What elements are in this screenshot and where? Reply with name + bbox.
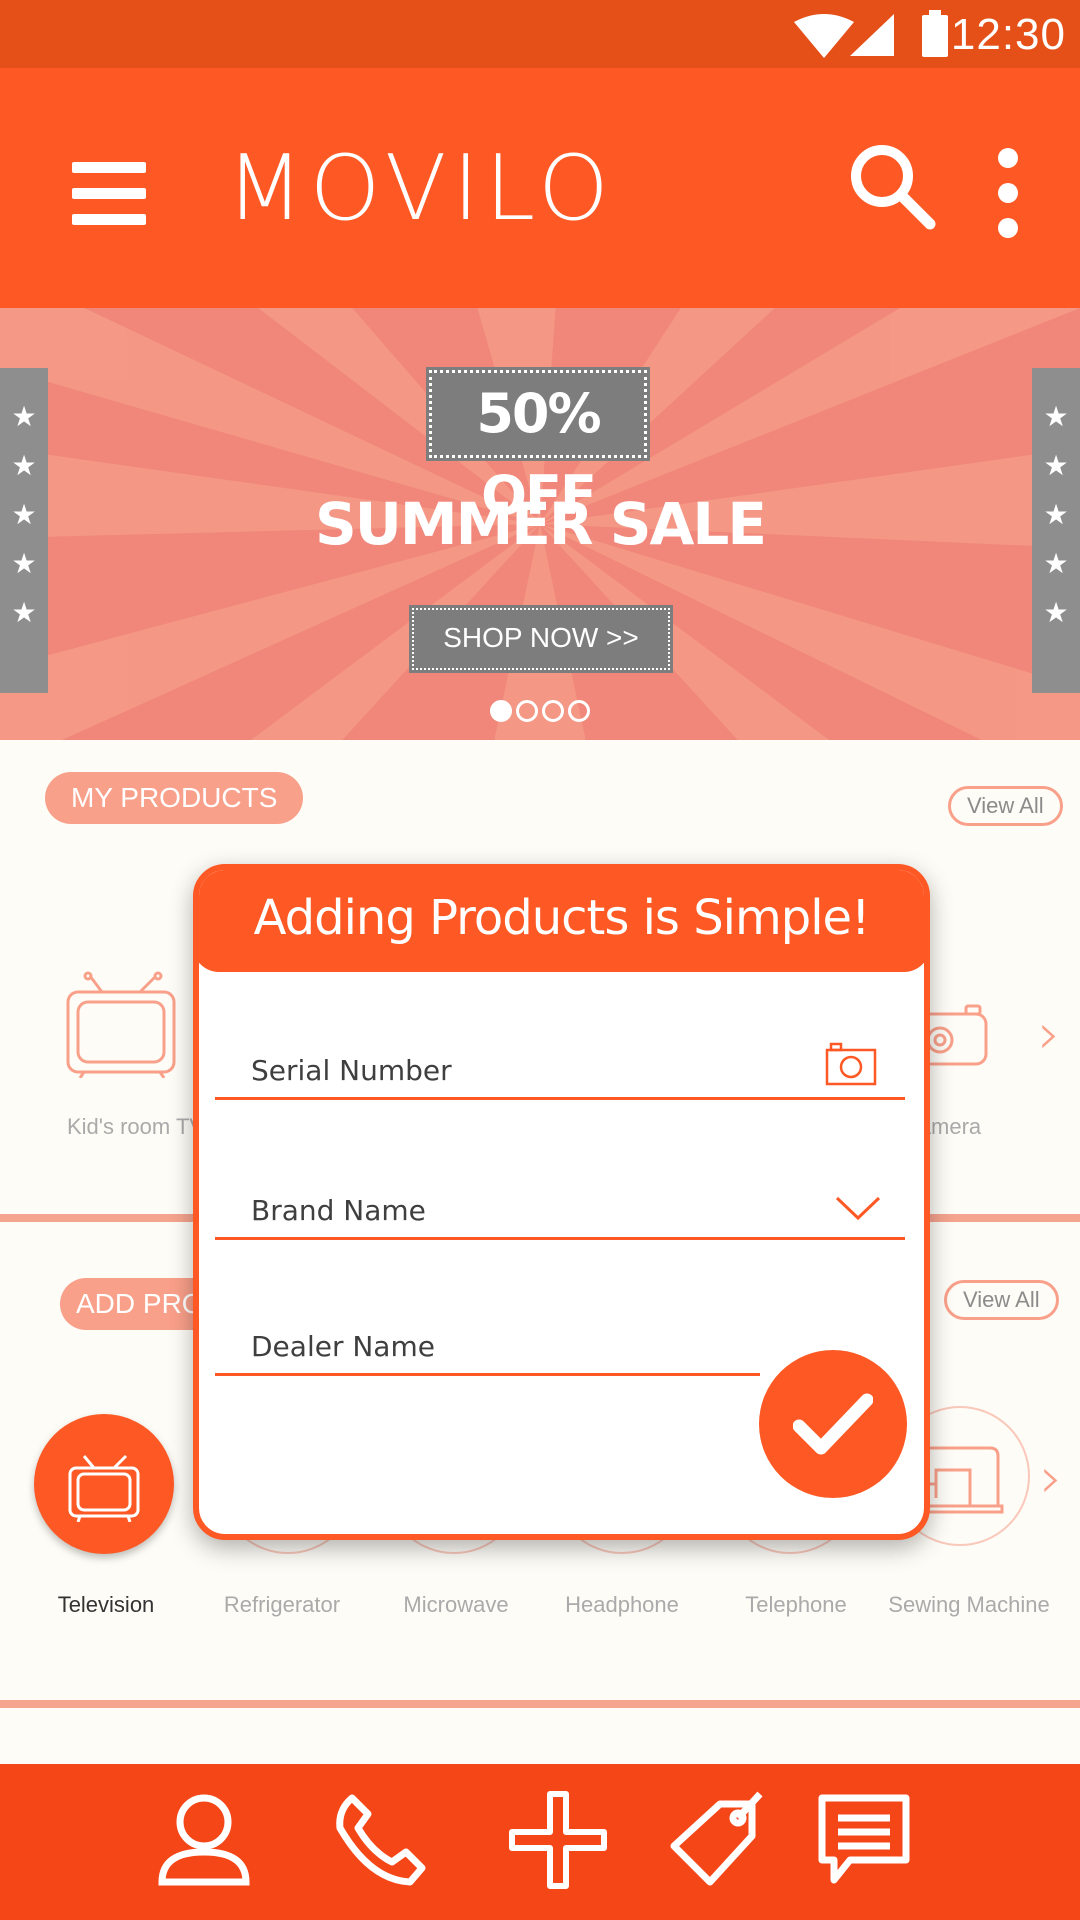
bottom-navigation — [0, 1764, 1080, 1920]
battery-icon — [922, 10, 948, 57]
tag-icon[interactable] — [664, 1790, 764, 1890]
app-bar: MOVILO — [0, 68, 1080, 308]
overflow-menu-icon[interactable] — [990, 148, 1026, 244]
product-label: Kid's room TV — [67, 1114, 205, 1139]
category-label: Sewing Machine — [888, 1592, 1050, 1617]
profile-icon[interactable] — [154, 1790, 254, 1890]
chat-icon[interactable] — [814, 1790, 914, 1890]
signal-icon — [850, 14, 894, 56]
tv-icon[interactable] — [64, 970, 180, 1078]
carousel-indicator — [0, 700, 1080, 727]
tv-icon — [68, 1454, 140, 1522]
view-all-button[interactable]: View All — [948, 786, 1063, 826]
dialog-title: Adding Products is Simple! — [199, 870, 924, 972]
shop-now-button[interactable]: SHOP NOW >> — [409, 605, 673, 673]
dealer-name-field[interactable]: Dealer Name — [215, 1316, 760, 1376]
chevron-right-icon[interactable]: › — [1040, 1446, 1062, 1511]
carousel-dot[interactable] — [516, 700, 538, 722]
category-label: Telephone — [745, 1592, 847, 1617]
chevron-down-icon[interactable] — [835, 1196, 881, 1222]
confirm-button[interactable] — [759, 1350, 907, 1498]
category-label: Microwave — [403, 1592, 509, 1617]
category-label: Refrigerator — [223, 1592, 341, 1617]
category-television[interactable] — [34, 1414, 174, 1554]
status-bar: 12:30 — [0, 0, 1080, 68]
view-all-button[interactable]: View All — [944, 1280, 1059, 1320]
wifi-icon — [794, 14, 854, 58]
serial-number-field[interactable]: Serial Number — [215, 1040, 905, 1100]
category-label: Headphone — [565, 1592, 679, 1617]
chevron-right-icon[interactable]: › — [1038, 1002, 1060, 1067]
offer-badge: 50% OFF — [426, 367, 650, 527]
category-label: Television — [57, 1592, 155, 1617]
promo-banner[interactable]: ★ ★ ★ ★ ★ ★ ★ ★ ★ ★ 50% OFF SUMMER SALE SHOP NOW… — [0, 308, 1080, 740]
menu-icon[interactable] — [72, 162, 148, 226]
camera-icon[interactable] — [825, 1042, 877, 1086]
add-product-dialog: Adding Products is Simple! Serial Number… — [193, 864, 930, 1540]
checkmark-icon — [793, 1393, 873, 1455]
search-icon[interactable] — [848, 142, 938, 232]
status-time: 12:30 — [950, 10, 1066, 59]
carousel-dot[interactable] — [490, 700, 512, 722]
banner-title: SUMMER SALE — [314, 490, 767, 558]
add-icon[interactable] — [508, 1790, 608, 1890]
phone-icon[interactable] — [330, 1790, 430, 1890]
sewing-machine-icon — [920, 1446, 1004, 1514]
dealer-name-label: Dealer Name — [251, 1330, 435, 1363]
serial-number-label: Serial Number — [251, 1054, 452, 1087]
app-logo: MOVILO — [226, 136, 615, 241]
brand-name-field[interactable]: Brand Name — [215, 1180, 905, 1240]
carousel-dot[interactable] — [568, 700, 590, 722]
brand-name-label: Brand Name — [251, 1194, 426, 1227]
carousel-dot[interactable] — [542, 700, 564, 722]
my-products-title: MY PRODUCTS — [45, 772, 304, 824]
